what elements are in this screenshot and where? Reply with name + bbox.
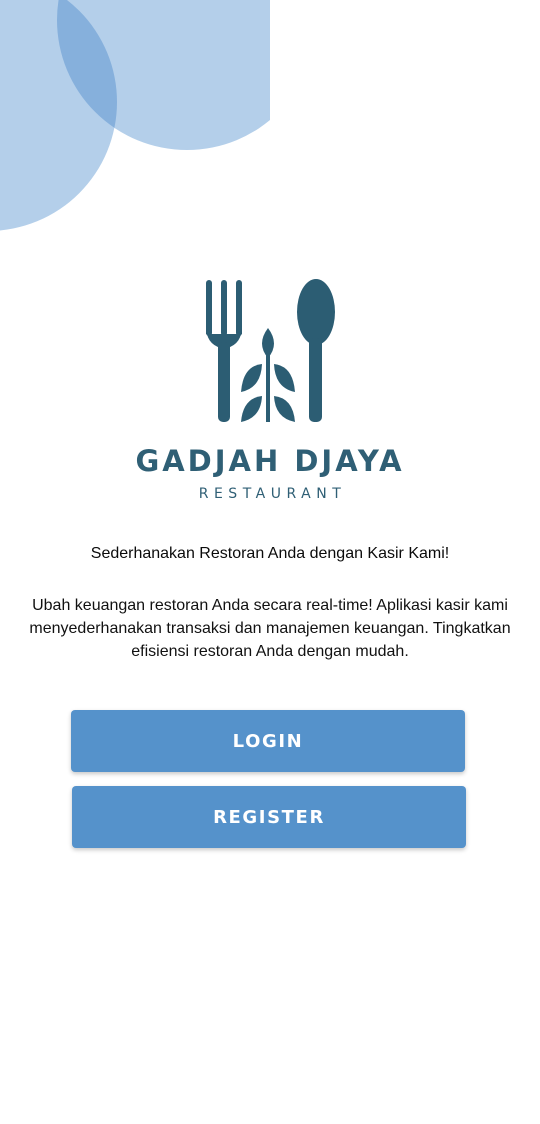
register-button[interactable]: REGISTER [72, 786, 466, 848]
fork-spoon-leaf-icon [206, 279, 335, 422]
decorative-circles [0, 0, 270, 231]
headline: Sederhanakan Restoran Anda dengan Kasir … [90, 545, 450, 562]
description: Ubah keuangan restoran Anda secara real-… [29, 597, 511, 660]
brand-name: GADJAH DJAYA [135, 444, 405, 478]
login-button[interactable]: LOGIN [71, 710, 465, 772]
login-button-label: LOGIN [232, 730, 304, 752]
register-button-label: REGISTER [213, 806, 325, 828]
brand-subtitle: RESTAURANT [198, 486, 347, 502]
